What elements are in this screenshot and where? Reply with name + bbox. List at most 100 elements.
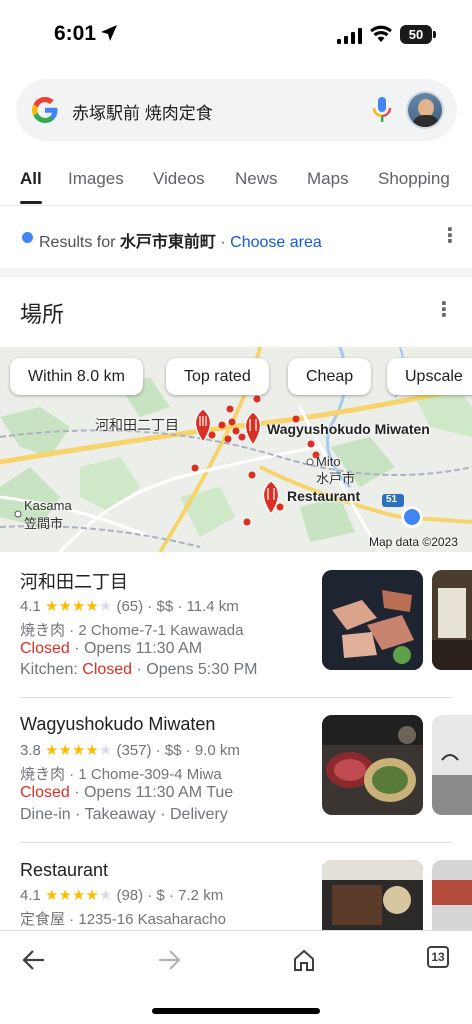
kitchen-status: Closed [82,661,133,678]
status-bar: 6:01 50 [0,0,472,66]
search-bar[interactable]: 赤塚駅前 焼肉定食 [16,79,457,141]
place-opens: Opens 11:30 AM [84,640,203,657]
battery-level: 50 [408,27,424,42]
tab-images[interactable]: Images [68,169,124,189]
place-result[interactable]: Restaurant 4.1 ★★★★★ (98) · $ · 7.2 km 定… [0,850,472,930]
place-opens: Opens 11:30 AM Tue [84,784,234,801]
home-indicator [152,1008,320,1014]
place-category-line: 焼き肉 · 1 Chome-309-4 Miwa [20,766,222,783]
place-price: $ [156,887,165,904]
place-address: 1235-16 Kasaharacho [78,911,226,928]
section-divider [0,268,472,277]
kitchen-opens: Opens 5:30 PM [146,661,258,678]
place-name[interactable]: 河和田二丁目 [20,568,128,594]
map-attribution: Map data ©2023 [369,535,458,549]
search-tabs: All Images Videos News Maps Shopping [0,160,472,206]
place-price: $$ [164,742,182,759]
place-status: Closed [20,784,70,801]
map-label-restaurant: Restaurant [287,488,361,504]
place-services: Dine-in · Takeaway · Delivery [20,806,228,823]
place-rating-line: 4.1 ★★★★★ (65) · $$ · 11.4 km [20,598,239,615]
google-logo-icon [32,97,58,123]
place-photo[interactable] [322,860,423,930]
forward-arrow-icon[interactable] [157,949,181,971]
location-arrow-icon [101,25,117,41]
place-distance: 7.2 km [178,887,224,904]
place-kitchen-line: Kitchen: Closed · Opens 5:30 PM [20,661,258,678]
search-query[interactable]: 赤塚駅前 焼肉定食 [72,99,213,124]
choose-area-link[interactable]: Choose area [230,234,322,251]
place-result[interactable]: 河和田二丁目 4.1 ★★★★★ (65) · $$ · 11.4 km 焼き肉… [0,560,472,695]
location-separator: · [220,234,226,251]
star-rating-icon: ★★★★★ [45,887,113,904]
location-text: Results for 水戸市東前町 · Choose area [39,228,322,252]
place-rating: 4.1 [20,887,41,904]
place-reviews: (65) [116,598,144,615]
map-label-wagyu: Wagyushokudo Miwaten [267,421,430,437]
place-rating: 3.8 [20,742,41,759]
place-distance: 11.4 km [186,598,239,615]
place-status: Closed [20,640,70,657]
place-name[interactable]: Wagyushokudo Miwaten [20,714,215,735]
microphone-icon[interactable] [372,96,392,124]
map-label-kasama-ja: 笠間市 [24,516,64,531]
place-photo[interactable] [322,570,423,670]
battery-icon: 50 [400,25,436,44]
place-rating-line: 4.1 ★★★★★ (98) · $ · 7.2 km [20,887,224,904]
location-prefix: Results for [39,234,116,251]
section-title: 場所 [20,302,65,327]
place-reviews: (98) [116,887,144,904]
tab-shopping[interactable]: Shopping [378,169,450,189]
location-notice: Results for 水戸市東前町 · Choose area ⋮ [0,206,472,268]
place-hours-line: Closed · Opens 11:30 AM [20,640,203,657]
map-label-kawawada: 河和田二丁目 [95,417,179,433]
cellular-signal-icon [337,28,362,44]
place-category: 焼き肉 [20,766,66,783]
place-rating: 4.1 [20,598,41,615]
place-category: 定食屋 [20,911,66,928]
filter-chip-upscale[interactable]: Upscale [387,358,472,395]
filter-chip-top-rated[interactable]: Top rated [166,358,269,395]
place-hours-line: Closed · Opens 11:30 AM Tue [20,784,234,801]
location-dot-icon [22,232,33,243]
map-label-mito-ja: 水戸市 [316,471,356,486]
tab-switcher-button[interactable]: 13 [427,946,449,968]
wifi-icon [370,25,392,42]
location-place: 水戸市東前町 [119,234,216,251]
map-label-mito: Mito [316,454,341,469]
tab-all[interactable]: All [20,169,42,204]
place-rating-line: 3.8 ★★★★★ (357) · $$ · 9.0 km [20,742,240,759]
place-photo-2[interactable] [432,860,472,930]
place-name[interactable]: Restaurant [20,860,108,881]
place-price: $$ [156,598,174,615]
route-shield-label: 51 [386,494,398,505]
tab-videos[interactable]: Videos [153,169,205,189]
tab-maps[interactable]: Maps [307,169,349,189]
place-distance: 9.0 km [194,742,240,759]
back-arrow-icon[interactable] [22,949,46,971]
location-more-icon[interactable]: ⋮ [440,226,460,246]
avatar[interactable] [406,91,444,129]
place-category-line: 焼き肉 · 2 Chome-7-1 Kawawada [20,622,244,639]
place-result[interactable]: Wagyushokudo Miwaten 3.8 ★★★★★ (357) · $… [0,705,472,840]
map-label-kasama: Kasama [24,498,72,513]
place-address: 2 Chome-7-1 Kawawada [78,622,244,639]
filter-chip-cheap[interactable]: Cheap [288,358,372,395]
filter-chip-distance[interactable]: Within 8.0 km [10,358,143,395]
place-reviews: (357) [116,742,152,759]
place-category: 焼き肉 [20,622,66,639]
result-divider [20,842,452,843]
place-photo[interactable] [322,715,423,815]
result-divider [20,697,452,698]
place-address: 1 Chome-309-4 Miwa [78,766,222,783]
home-icon[interactable] [292,949,316,971]
status-time: 6:01 [54,22,97,45]
place-category-line: 定食屋 · 1235-16 Kasaharacho [20,911,226,928]
tab-news[interactable]: News [235,169,278,189]
section-more-icon[interactable]: ⋮ [434,300,454,320]
place-photo-2[interactable] [432,570,472,670]
kitchen-label: Kitchen: [20,661,78,678]
place-photo-2[interactable] [432,715,472,815]
star-rating-icon: ★★★★★ [45,598,113,615]
star-rating-icon: ★★★★★ [45,742,113,759]
